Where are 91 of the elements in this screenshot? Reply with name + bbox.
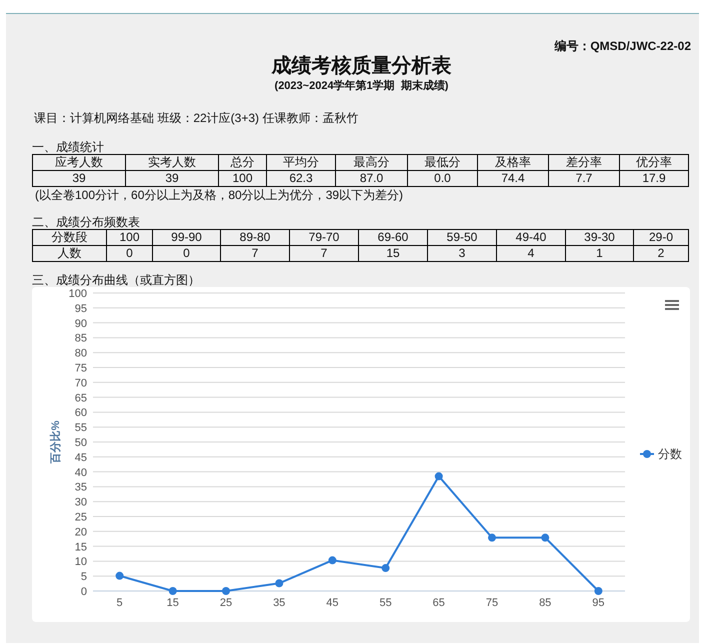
table-cell: 7 <box>290 245 358 261</box>
table-cell: 62.3 <box>266 170 336 186</box>
y-tick-label: 80 <box>74 347 87 360</box>
table-cell: 39-30 <box>566 229 634 245</box>
document-code: 编号：QMSD/JWC-22-02 <box>554 38 691 55</box>
table-cell: 39 <box>32 170 126 186</box>
x-tick-label: 95 <box>592 596 605 608</box>
x-tick-label: 85 <box>539 596 552 608</box>
y-tick-label: 0 <box>80 586 87 598</box>
y-tick-label: 35 <box>74 481 87 494</box>
table-cell: 0 <box>106 245 152 261</box>
y-tick-label: 95 <box>74 302 87 314</box>
menu-icon[interactable] <box>665 300 679 310</box>
legend-marker-icon <box>640 450 654 458</box>
table-cell: 59-50 <box>428 229 496 245</box>
header-cell: 实考人数 <box>126 154 218 170</box>
section-heading: 一、成绩统计 <box>32 140 105 154</box>
table-cell: 79-70 <box>290 229 358 245</box>
y-tick-label: 20 <box>74 526 87 538</box>
table-cell: 分数段 <box>32 229 106 245</box>
y-tick-label: 45 <box>74 451 87 464</box>
y-tick-label: 55 <box>74 422 87 434</box>
data-point <box>168 586 177 594</box>
y-tick-label: 65 <box>74 392 87 404</box>
header-cell: 平均分 <box>266 154 336 170</box>
table-cell: 39 <box>126 170 218 186</box>
x-tick-label: 25 <box>220 596 232 608</box>
y-tick-label: 30 <box>74 496 87 508</box>
data-point <box>594 586 602 594</box>
table-cell: 人数 <box>32 245 106 261</box>
table-cell: 7 <box>220 245 290 261</box>
legend-label: 分数 <box>658 446 682 460</box>
data-point <box>116 571 124 580</box>
table-cell: 49-40 <box>496 229 566 245</box>
x-tick-label: 5 <box>116 596 123 608</box>
data-point <box>328 556 336 564</box>
header-cell: 总分 <box>218 154 266 170</box>
table-cell: 15 <box>358 245 428 261</box>
table-cell: 87.0 <box>336 170 408 186</box>
table-cell: 2 <box>634 245 688 261</box>
x-tick-label: 55 <box>379 596 392 608</box>
x-tick-label: 15 <box>166 596 179 608</box>
y-tick-label: 75 <box>74 362 87 374</box>
y-tick-label: 90 <box>74 317 87 330</box>
header-cell: 及格率 <box>478 154 548 170</box>
table-cell: 69-60 <box>358 229 428 245</box>
y-tick-label: 60 <box>74 406 87 419</box>
y-tick-label: 70 <box>74 376 87 389</box>
x-tick-label: 35 <box>273 596 286 608</box>
table-note: (以全卷100分计，60分以上为及格，80分以上为优分，39以下为差分) <box>35 186 404 202</box>
table-cell: 99-90 <box>152 229 220 245</box>
data-point <box>275 578 284 587</box>
header-cell: 优分率 <box>620 154 688 170</box>
table-cell: 100 <box>218 170 266 186</box>
y-tick-label: 50 <box>74 436 87 448</box>
y-axis-title: 百分比% <box>50 420 62 463</box>
y-tick-label: 40 <box>74 466 87 478</box>
course-info: 课目：计算机网络基础 班级：22计应(3+3) 任课教师：孟秋竹 <box>34 110 360 126</box>
y-tick-label: 5 <box>80 570 87 583</box>
section-heading: 三、成绩分布曲线（或直方图） <box>32 272 201 286</box>
y-tick-label: 10 <box>74 556 87 568</box>
y-tick-label: 100 <box>68 288 87 300</box>
table-cell: 17.9 <box>620 170 688 186</box>
table-cell: 74.4 <box>478 170 548 186</box>
y-tick-label: 15 <box>74 540 87 553</box>
table-cell: 89-80 <box>220 229 290 245</box>
table-cell: 100 <box>106 229 152 245</box>
y-tick-label: 25 <box>74 511 87 523</box>
x-tick-label: 45 <box>326 596 339 608</box>
table-cell: 4 <box>496 245 566 261</box>
header-cell: 最高分 <box>336 154 408 170</box>
data-point <box>382 564 390 572</box>
header-cell: 差分率 <box>548 154 620 170</box>
section-heading: 二、成绩分布频数表 <box>32 214 141 228</box>
table-cell: 29-0 <box>634 229 688 245</box>
header-cell: 最低分 <box>408 154 478 170</box>
table-cell: 3 <box>428 245 496 261</box>
data-point <box>488 533 496 542</box>
report-subtitle: (2023~2024学年第1学期 期末成绩) <box>274 78 448 94</box>
y-tick-label: 85 <box>74 332 87 344</box>
x-tick-label: 65 <box>432 596 445 608</box>
data-point <box>434 472 443 480</box>
data-point <box>222 586 230 594</box>
header-cell: 应考人数 <box>32 154 126 170</box>
data-point <box>541 533 550 542</box>
table-cell: 1 <box>566 245 634 261</box>
table-cell: 7.7 <box>548 170 620 186</box>
x-tick-label: 75 <box>486 596 498 608</box>
table-cell: 0 <box>152 245 220 261</box>
table-cell: 0.0 <box>408 170 478 186</box>
report-title: 成绩考核质量分析表 <box>272 54 452 78</box>
